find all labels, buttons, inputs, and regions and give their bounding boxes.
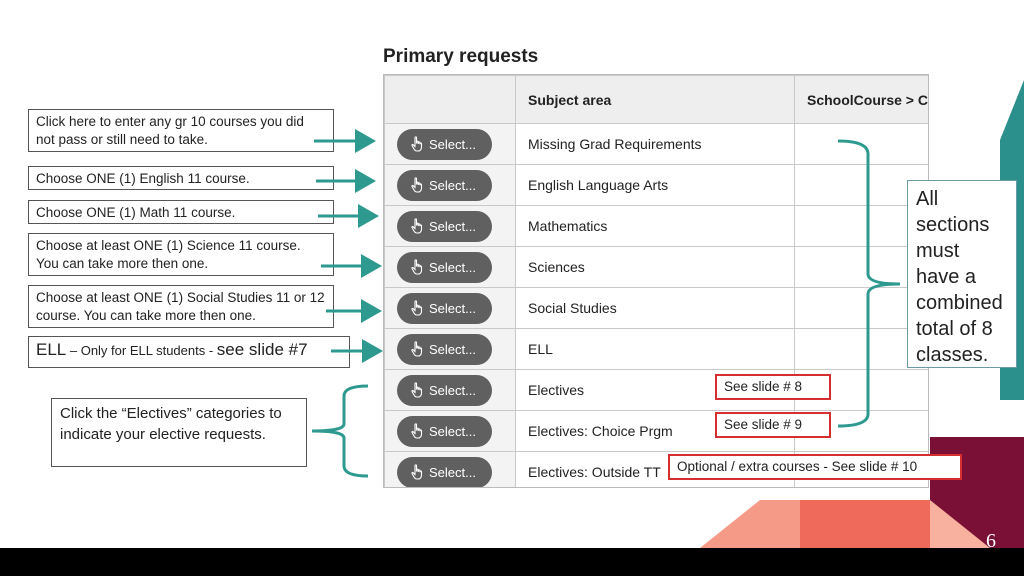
- select-button-label: Select...: [429, 300, 476, 316]
- hand-pointer-icon: [411, 218, 423, 234]
- select-button-label: Select...: [429, 341, 476, 357]
- callout-ell-prefix: ELL: [36, 340, 67, 359]
- subject-area-cell: Mathematics: [515, 205, 795, 247]
- callout-social: Choose at least ONE (1) Social Studies 1…: [28, 285, 334, 328]
- table-row: Select... English Language Arts: [384, 164, 928, 206]
- slide-number: 6: [986, 530, 996, 552]
- select-button[interactable]: Select...: [397, 333, 492, 365]
- table-row: Select... Mathematics: [384, 205, 928, 247]
- select-button-label: Select...: [429, 218, 476, 234]
- select-button[interactable]: Select...: [397, 169, 492, 201]
- callout-electives: Click the “Electives” categories to indi…: [51, 398, 307, 467]
- select-cell: Select...: [384, 246, 516, 288]
- select-button[interactable]: Select...: [397, 251, 492, 283]
- select-button-label: Select...: [429, 177, 476, 193]
- hand-pointer-icon: [411, 300, 423, 316]
- table-row: Select... Missing Grad Requirements: [384, 123, 928, 165]
- subject-area-cell: ELL: [515, 328, 795, 370]
- subject-area-cell: English Language Arts: [515, 164, 795, 206]
- hand-pointer-icon: [411, 341, 423, 357]
- select-cell: Select...: [384, 451, 516, 487]
- callout-grade10: Click here to enter any gr 10 courses yo…: [28, 109, 334, 152]
- select-button[interactable]: Select...: [397, 210, 492, 242]
- select-button-label: Select...: [429, 259, 476, 275]
- callout-all-sections: All sections must have a combined total …: [907, 180, 1017, 368]
- select-cell: Select...: [384, 205, 516, 247]
- column-header-subject-area: Subject area: [515, 75, 795, 124]
- select-button[interactable]: Select...: [397, 292, 492, 324]
- select-cell: Select...: [384, 287, 516, 329]
- select-cell: Select...: [384, 328, 516, 370]
- select-button[interactable]: Select...: [397, 456, 492, 487]
- table-row: Select... Electives: [384, 369, 928, 411]
- callout-ell-mid: – Only for ELL students -: [66, 343, 217, 358]
- page-title: Primary requests: [383, 46, 539, 67]
- table-header-row: Subject area SchoolCourse > Cr: [384, 75, 928, 124]
- callout-science: Choose at least ONE (1) Science 11 cours…: [28, 233, 334, 276]
- select-button-label: Select...: [429, 382, 476, 398]
- hand-pointer-icon: [411, 259, 423, 275]
- hand-pointer-icon: [411, 136, 423, 152]
- table-row: Select... ELL: [384, 328, 928, 370]
- select-cell: Select...: [384, 164, 516, 206]
- callout-english: Choose ONE (1) English 11 course.: [28, 166, 334, 190]
- select-button[interactable]: Select...: [397, 415, 492, 447]
- callout-math: Choose ONE (1) Math 11 course.: [28, 200, 334, 224]
- select-cell: Select...: [384, 123, 516, 165]
- select-button-label: Select...: [429, 464, 476, 480]
- column-header-schoolcourse: SchoolCourse > Cr: [794, 75, 928, 124]
- select-button-label: Select...: [429, 423, 476, 439]
- schoolcourse-cell: [794, 123, 928, 165]
- select-button[interactable]: Select...: [397, 374, 492, 406]
- footer-bar: [0, 548, 1024, 576]
- hand-pointer-icon: [411, 177, 423, 193]
- select-button-label: Select...: [429, 136, 476, 152]
- select-button[interactable]: Select...: [397, 128, 492, 160]
- select-cell: Select...: [384, 410, 516, 452]
- subject-area-cell: Missing Grad Requirements: [515, 123, 795, 165]
- hand-pointer-icon: [411, 423, 423, 439]
- subject-area-cell: Social Studies: [515, 287, 795, 329]
- callout-ell-suffix: see slide #7: [216, 340, 308, 359]
- table-row: Select... Sciences: [384, 246, 928, 288]
- note-see-slide-8: See slide # 8: [715, 374, 831, 400]
- note-see-slide-10: Optional / extra courses - See slide # 1…: [668, 454, 962, 480]
- column-header-select: [384, 75, 516, 124]
- subject-area-cell: Sciences: [515, 246, 795, 288]
- hand-pointer-icon: [411, 464, 423, 480]
- callout-ell: ELL – Only for ELL students - see slide …: [28, 336, 350, 368]
- hand-pointer-icon: [411, 382, 423, 398]
- table-row: Select... Social Studies: [384, 287, 928, 329]
- requests-table: Subject area SchoolCourse > Cr Select...…: [383, 74, 929, 488]
- table-row: Select... Electives: Choice Prgm: [384, 410, 928, 452]
- note-see-slide-9: See slide # 9: [715, 412, 831, 438]
- select-cell: Select...: [384, 369, 516, 411]
